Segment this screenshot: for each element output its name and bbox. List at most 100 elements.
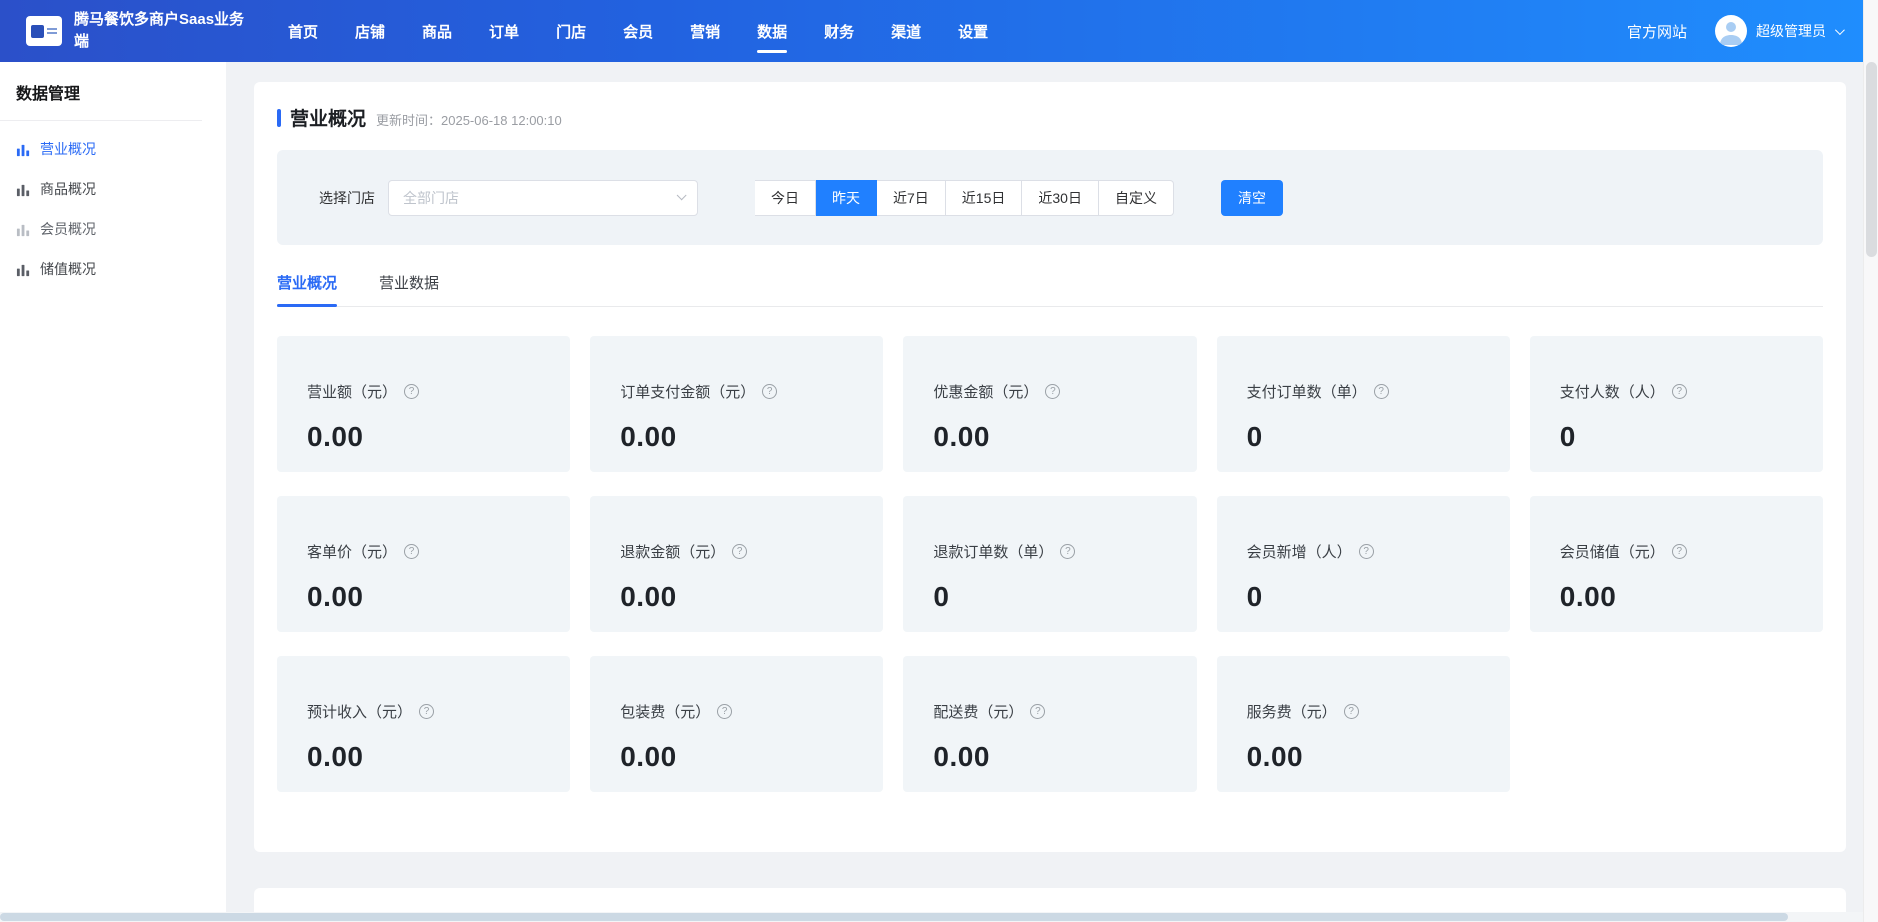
date-range-button[interactable]: 今日 <box>755 180 816 216</box>
stats-grid: 营业额（元） ? 0.00 订单支付金额（元） ? 0.00 <box>277 336 1823 792</box>
stat-value: 0 <box>933 581 1196 613</box>
stat-label: 配送费（元） ? <box>933 701 1196 722</box>
stat-label-text: 支付订单数（单） <box>1247 381 1367 402</box>
stat-label: 退款订单数（单） ? <box>933 541 1196 562</box>
app-logo: 腾马餐饮多商户Saas业务端 <box>26 9 276 53</box>
stat-card: 支付订单数（单） ? 0 <box>1217 336 1510 472</box>
help-icon[interactable]: ? <box>404 544 419 559</box>
user-icon <box>1715 15 1747 47</box>
stat-value: 0.00 <box>620 421 883 453</box>
help-icon[interactable]: ? <box>762 384 777 399</box>
date-range-button[interactable]: 近30日 <box>1022 180 1099 216</box>
section-accent-bar <box>277 109 281 127</box>
date-range-button[interactable]: 近15日 <box>946 180 1023 216</box>
nav-item[interactable]: 数据 <box>757 0 787 62</box>
stat-card: 退款订单数（单） ? 0 <box>903 496 1196 632</box>
stat-label: 订单支付金额（元） ? <box>620 381 883 402</box>
clear-button[interactable]: 清空 <box>1221 180 1283 216</box>
stat-value: 0.00 <box>307 581 570 613</box>
help-icon[interactable]: ? <box>1359 544 1374 559</box>
stat-card: 配送费（元） ? 0.00 <box>903 656 1196 792</box>
tab[interactable]: 营业概况 <box>277 272 337 306</box>
stat-card: 客单价（元） ? 0.00 <box>277 496 570 632</box>
stat-value: 0 <box>1560 421 1823 453</box>
help-icon[interactable]: ? <box>419 704 434 719</box>
horizontal-scrollbar-thumb[interactable] <box>0 913 1788 921</box>
stat-label-text: 退款金额（元） <box>620 541 725 562</box>
sidebar-item[interactable]: 营业概况 <box>0 129 226 169</box>
user-name: 超级管理员 <box>1756 21 1826 41</box>
sidebar-item[interactable]: 商品概况 <box>0 169 226 209</box>
business-overview-panel: 营业概况 更新时间：2025-06-18 12:00:10 选择门店 全部门店 … <box>254 82 1846 852</box>
stat-label: 营业额（元） ? <box>307 381 570 402</box>
stat-label-text: 会员新增（人） <box>1247 541 1352 562</box>
bar-chart-icon <box>16 262 31 277</box>
help-icon[interactable]: ? <box>1344 704 1359 719</box>
nav-item[interactable]: 店铺 <box>355 0 385 62</box>
stat-card: 订单支付金额（元） ? 0.00 <box>590 336 883 472</box>
stat-label-text: 订单支付金额（元） <box>620 381 755 402</box>
top-navbar: 腾马餐饮多商户Saas业务端 首页 店铺 商品 订单 门店 会员 营销 数据 财… <box>0 0 1878 62</box>
main-nav: 首页 店铺 商品 订单 门店 会员 营销 数据 财务 渠道 设置 <box>288 0 988 62</box>
date-range-button[interactable]: 自定义 <box>1099 180 1174 216</box>
stat-card: 服务费（元） ? 0.00 <box>1217 656 1510 792</box>
stat-label-text: 会员储值（元） <box>1560 541 1665 562</box>
sidebar-item[interactable]: 会员概况 <box>0 209 226 249</box>
stat-value: 0.00 <box>307 741 570 773</box>
nav-item[interactable]: 会员 <box>623 0 653 62</box>
nav-item[interactable]: 首页 <box>288 0 318 62</box>
sidebar-item-label: 营业概况 <box>40 139 96 159</box>
vertical-scrollbar[interactable] <box>1863 0 1878 922</box>
help-icon[interactable]: ? <box>732 544 747 559</box>
vertical-scrollbar-thumb[interactable] <box>1866 62 1877 257</box>
help-icon[interactable]: ? <box>1060 544 1075 559</box>
stat-label: 优惠金额（元） ? <box>933 381 1196 402</box>
sidebar-item-label: 储值概况 <box>40 259 96 279</box>
help-icon[interactable]: ? <box>1030 704 1045 719</box>
stat-label-text: 配送费（元） <box>933 701 1023 722</box>
stat-label: 支付人数（人） ? <box>1560 381 1823 402</box>
help-icon[interactable]: ? <box>1672 384 1687 399</box>
stat-label-text: 包装费（元） <box>620 701 710 722</box>
tab[interactable]: 营业数据 <box>379 272 439 306</box>
horizontal-scrollbar[interactable] <box>0 912 1863 922</box>
filter-bar: 选择门店 全部门店 今日 昨天 近7日 近15日 近30 <box>277 150 1823 245</box>
help-icon[interactable]: ? <box>1045 384 1060 399</box>
nav-item[interactable]: 设置 <box>958 0 988 62</box>
help-icon[interactable]: ? <box>1672 544 1687 559</box>
help-icon[interactable]: ? <box>717 704 732 719</box>
store-select-placeholder: 全部门店 <box>403 188 459 208</box>
stat-label: 会员新增（人） ? <box>1247 541 1510 562</box>
stat-card: 营业额（元） ? 0.00 <box>277 336 570 472</box>
nav-item[interactable]: 订单 <box>489 0 519 62</box>
overview-tabs: 营业概况 营业数据 <box>277 272 1823 307</box>
section-header: 营业概况 更新时间：2025-06-18 12:00:10 <box>277 104 1823 131</box>
sidebar-item[interactable]: 储值概况 <box>0 249 226 289</box>
sidebar: 数据管理 营业概况 <box>0 62 226 922</box>
nav-item[interactable]: 渠道 <box>891 0 921 62</box>
nav-item[interactable]: 门店 <box>556 0 586 62</box>
stat-label-text: 预计收入（元） <box>307 701 412 722</box>
help-icon[interactable]: ? <box>1374 384 1389 399</box>
help-icon[interactable]: ? <box>404 384 419 399</box>
page-title: 营业概况 <box>290 104 366 131</box>
sidebar-item-label: 会员概况 <box>40 219 96 239</box>
logo-icon <box>26 16 62 46</box>
nav-item[interactable]: 财务 <box>824 0 854 62</box>
chevron-down-icon <box>677 190 687 200</box>
user-menu[interactable]: 超级管理员 <box>1715 15 1842 47</box>
stat-label: 会员储值（元） ? <box>1560 541 1823 562</box>
nav-item[interactable]: 营销 <box>690 0 720 62</box>
stat-value: 0.00 <box>620 741 883 773</box>
stat-value: 0 <box>1247 421 1510 453</box>
nav-item[interactable]: 商品 <box>422 0 452 62</box>
stat-card: 退款金额（元） ? 0.00 <box>590 496 883 632</box>
stat-card: 预计收入（元） ? 0.00 <box>277 656 570 792</box>
date-range-button[interactable]: 近7日 <box>877 180 946 216</box>
stat-label-text: 支付人数（人） <box>1560 381 1665 402</box>
stat-card: 包装费（元） ? 0.00 <box>590 656 883 792</box>
stat-label-text: 服务费（元） <box>1247 701 1337 722</box>
store-select[interactable]: 全部门店 <box>388 180 698 216</box>
date-range-button[interactable]: 昨天 <box>816 180 877 216</box>
official-website-link[interactable]: 官方网站 <box>1627 21 1687 42</box>
